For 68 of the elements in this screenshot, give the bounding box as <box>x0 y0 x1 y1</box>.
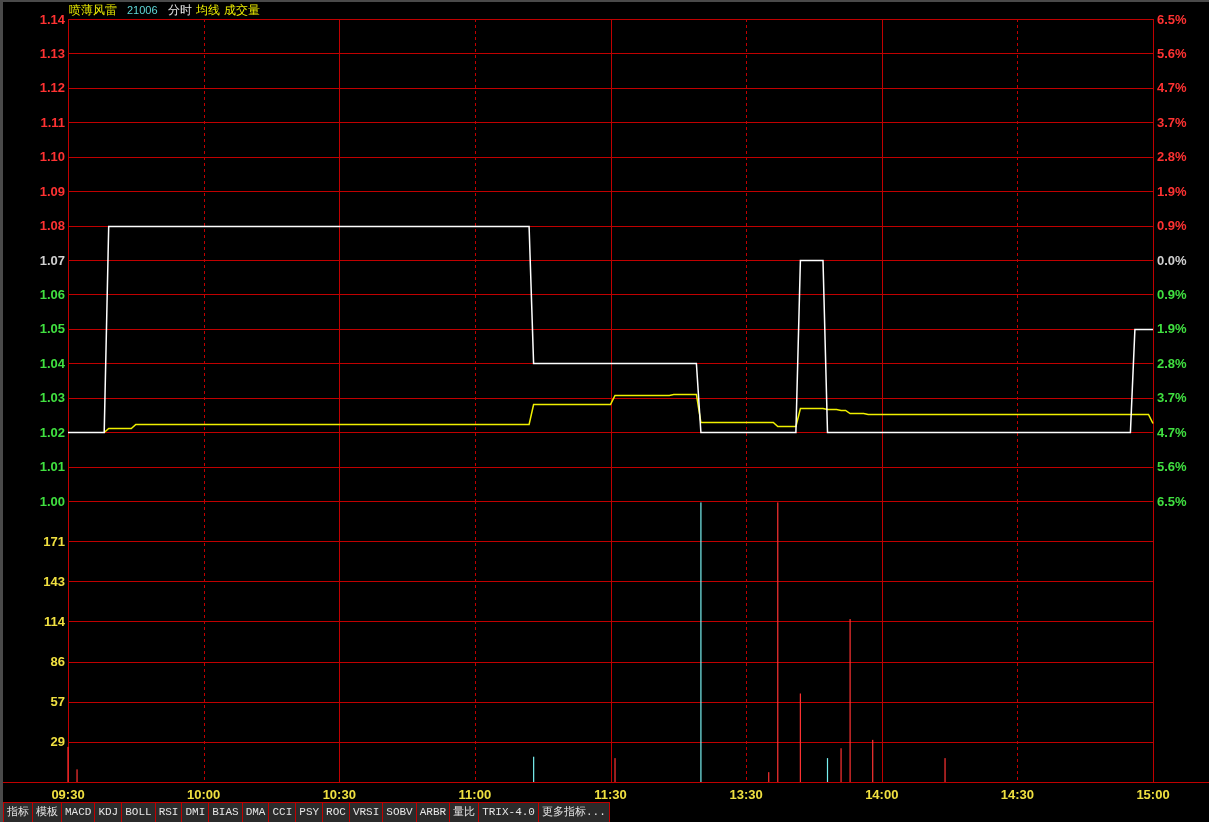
price-axis-label: 1.10 <box>39 149 65 165</box>
price-axis-label: 1.12 <box>39 80 65 96</box>
price-axis-label: 1.13 <box>39 45 65 61</box>
percent-axis-label: 3.7% <box>1157 114 1187 130</box>
percent-axis-label: 1.9% <box>1157 321 1187 337</box>
price-axis-label: 1.08 <box>39 218 65 234</box>
price-axis-label: 1.03 <box>39 390 65 406</box>
time-axis-label: 11:30 <box>594 786 627 802</box>
price-axis-label: 1.09 <box>39 183 65 199</box>
price-axis-label: 1.00 <box>39 493 65 509</box>
percent-axis-label: 3.7% <box>1157 390 1187 406</box>
volume-axis-label: 86 <box>50 654 65 670</box>
indicator-tab[interactable]: DMA <box>242 802 270 822</box>
indicator-tab[interactable]: 量比 <box>450 802 480 822</box>
percent-axis-label: 0.0% <box>1157 252 1187 268</box>
volume-axis-label: 57 <box>50 694 65 710</box>
indicator-tab[interactable]: BIAS <box>209 802 243 822</box>
percent-axis-label: 0.9% <box>1157 286 1187 302</box>
volume-axis-label: 114 <box>44 613 65 629</box>
indicator-tab[interactable]: KDJ <box>95 802 123 822</box>
price-axis-label: 1.04 <box>39 355 65 371</box>
time-axis-label: 14:00 <box>865 786 899 802</box>
indicator-tab[interactable]: MACD <box>62 802 96 822</box>
price-axis-label: 1.02 <box>39 424 65 440</box>
indicator-tab[interactable]: 指标 <box>3 802 33 822</box>
indicator-tab[interactable]: ARBR <box>416 802 451 822</box>
chart-label: 分时 <box>167 3 192 18</box>
indicator-tab[interactable]: 模板 <box>33 802 62 822</box>
time-axis-label: 10:00 <box>187 786 221 802</box>
indicator-tab[interactable]: CCI <box>269 802 297 822</box>
chart-label: 均线 <box>195 3 220 18</box>
volume-axis-label: 143 <box>43 573 65 589</box>
indicator-tab[interactable]: VRSI <box>349 802 384 822</box>
price-axis-label: 1.11 <box>40 114 65 130</box>
indicator-tab[interactable]: 更多指标... <box>538 802 610 822</box>
time-axis-label: 15:00 <box>1136 786 1170 802</box>
chart-label: 成交量 <box>223 3 260 18</box>
time-axis-label: 09:30 <box>51 786 85 802</box>
price-axis-label: 1.01 <box>39 459 65 475</box>
indicator-tab[interactable]: SOBV <box>383 802 417 822</box>
time-axis-label: 13:30 <box>729 786 763 802</box>
indicator-tab[interactable]: DMI <box>182 802 210 822</box>
indicator-tab[interactable]: PSY <box>296 802 324 822</box>
time-axis-label: 11:00 <box>458 786 492 802</box>
percent-axis-label: 1.9% <box>1157 183 1187 199</box>
indicator-tab[interactable]: ROC <box>323 802 350 822</box>
price-axis-label: 1.06 <box>39 286 65 302</box>
percent-axis-label: 0.9% <box>1157 218 1187 234</box>
indicator-tab[interactable]: BOLL <box>122 802 156 822</box>
volume-axis-label: 171 <box>43 533 65 549</box>
time-axis-label: 10:30 <box>322 786 356 802</box>
price-axis-label: 1.14 <box>39 11 65 27</box>
percent-axis-label: 5.6% <box>1157 459 1187 475</box>
price-axis-label: 1.05 <box>39 321 65 337</box>
percent-axis-label: 6.5% <box>1157 493 1187 509</box>
indicator-tab[interactable]: TRIX-4.0 <box>479 802 539 822</box>
time-axis-label: 14:30 <box>1000 786 1034 802</box>
stock-name: 喷薄风雷 <box>69 3 117 18</box>
percent-axis-label: 5.6% <box>1157 45 1187 61</box>
percent-axis-label: 2.8% <box>1157 149 1187 165</box>
volume-axis-label: 29 <box>50 734 65 750</box>
price-axis-label: 1.07 <box>39 252 65 268</box>
stock-code: 21006 <box>127 3 158 18</box>
percent-axis-label: 4.7% <box>1157 424 1187 440</box>
indicator-tab[interactable]: RSI <box>155 802 183 822</box>
percent-axis-label: 2.8% <box>1157 355 1187 371</box>
percent-axis-label: 4.7% <box>1157 80 1187 96</box>
percent-axis-label: 6.5% <box>1157 11 1187 27</box>
